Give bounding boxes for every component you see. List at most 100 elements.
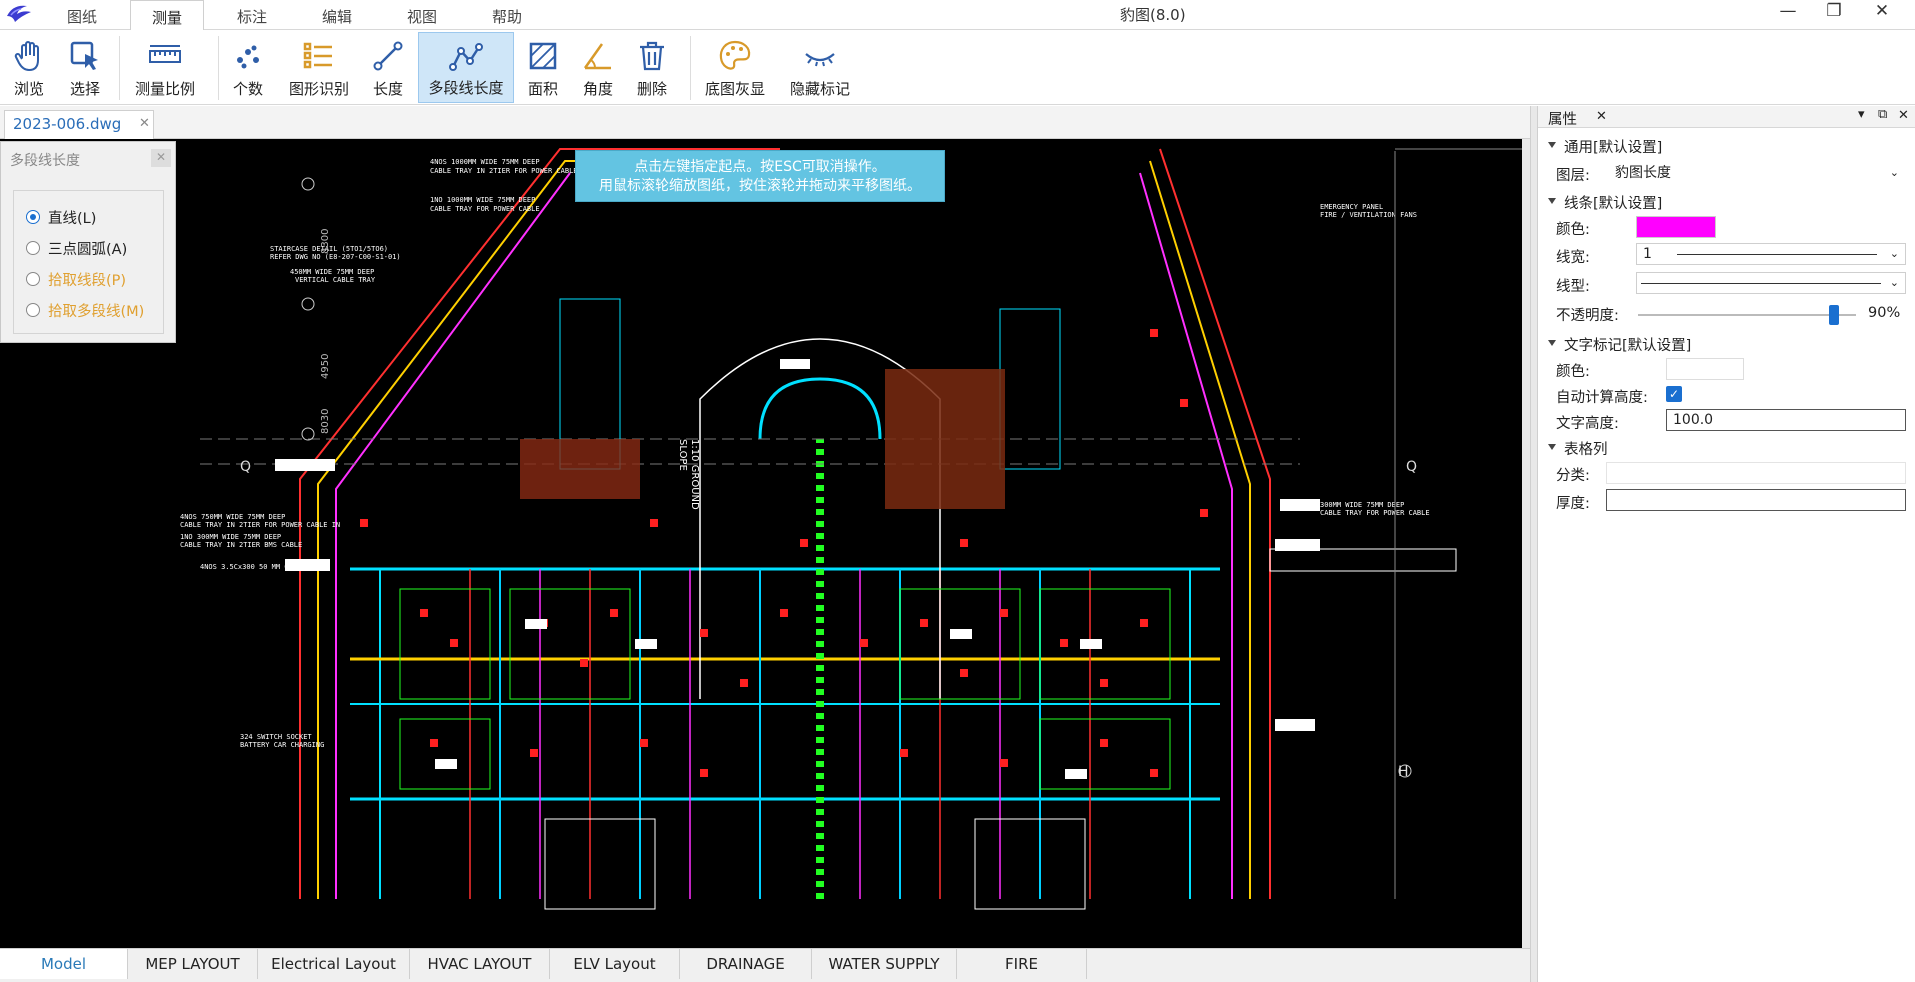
polyline-mode-group: 直线(L) 三点圆弧(A) 拾取线段(P) 拾取多段线(M): [13, 190, 164, 334]
line-width-select[interactable]: 1 ⌄: [1636, 243, 1906, 265]
text-color-swatch[interactable]: [1666, 358, 1744, 380]
layout-tab-fire[interactable]: FIRE: [957, 949, 1087, 979]
close-polyline-panel-button[interactable]: ✕: [151, 149, 171, 167]
layout-tab-model[interactable]: Model: [0, 949, 128, 979]
line-type-preview: [1641, 283, 1881, 284]
polyline-length-button[interactable]: 多段线长度: [418, 32, 514, 103]
browse-label: 浏览: [13, 80, 44, 98]
section-general[interactable]: 通用[默认设置]: [1547, 136, 1662, 157]
properties-title: 属性: [1548, 112, 1577, 128]
layer-label: 图层:: [1556, 168, 1590, 184]
length-label: 长度: [372, 80, 403, 98]
thickness-label: 厚度:: [1556, 496, 1590, 512]
cad-annotation: EMERGENCY PANEL: [1320, 203, 1383, 211]
slope-text-ground: 1:10 GROUND: [689, 439, 700, 510]
area-button[interactable]: 面积: [520, 32, 566, 103]
opacity-value: 90%: [1868, 305, 1901, 321]
ruler-icon: [149, 45, 181, 63]
layer-select[interactable]: 豹图长度 ⌄: [1608, 162, 1906, 184]
cad-annotation: VERTICAL CABLE TRAY: [295, 276, 376, 284]
panel-splitter[interactable]: [1530, 106, 1538, 982]
measure-scale-button[interactable]: 测量比例: [130, 32, 200, 103]
cad-annotation: 1NO 1000MM WIDE 75MM DEEP: [430, 196, 535, 204]
menu-bar: 图纸 测量 标注 编辑 视图 帮助 豹图(8.0) — ❐ ✕: [0, 0, 1915, 31]
slope-text: SLOPE: [677, 439, 688, 471]
cad-annotation: 4NOS 750MM WIDE 75MM DEEP: [180, 513, 285, 521]
panel-menu-icon[interactable]: ▾: [1858, 107, 1865, 122]
opacity-slider[interactable]: [1638, 305, 1856, 325]
close-panel-icon[interactable]: ✕: [1898, 108, 1909, 123]
base-gray-button[interactable]: 底图灰显: [700, 32, 770, 103]
line-width-preview: [1677, 254, 1877, 255]
menu-tab-measure[interactable]: 测量: [130, 0, 204, 31]
line-color-swatch[interactable]: [1636, 216, 1716, 238]
angle-icon: [583, 43, 611, 70]
float-panel-icon[interactable]: ⧉: [1878, 107, 1887, 122]
shape-recognition-label: 图形识别: [288, 80, 349, 98]
layout-tab-mep[interactable]: MEP LAYOUT: [128, 949, 258, 979]
radio-selected-icon: [26, 210, 40, 224]
section-line[interactable]: 线条[默认设置]: [1547, 192, 1662, 213]
close-document-tab-icon[interactable]: ✕: [139, 116, 150, 131]
auto-height-checkbox[interactable]: ✓: [1666, 386, 1682, 402]
category-label: 分类:: [1556, 468, 1590, 484]
mode-pick-segment-label: 拾取线段(P): [48, 273, 127, 289]
delete-button[interactable]: 删除: [630, 32, 674, 103]
line-type-label: 线型:: [1556, 279, 1590, 295]
length-button[interactable]: 长度: [366, 32, 410, 103]
document-tab[interactable]: 2023-006.dwg ✕: [4, 110, 154, 139]
instruction-hint: 点击左键指定起点。按ESC可取消操作。 用鼠标滚轮缩放图纸，按住滚轮并拖动来平移…: [575, 150, 945, 202]
section-table-column[interactable]: 表格列: [1548, 438, 1608, 459]
hint-line-2: 用鼠标滚轮缩放图纸，按住滚轮并拖动来平移图纸。: [599, 178, 921, 194]
maximize-button[interactable]: ❐: [1814, 0, 1854, 24]
area-icon: [529, 42, 557, 70]
dimension-2: 4950: [320, 354, 331, 379]
ribbon-separator: [218, 36, 219, 100]
dimension-1: 8300: [320, 229, 331, 254]
select-button[interactable]: 选择: [60, 32, 110, 103]
angle-label: 角度: [582, 80, 613, 98]
properties-panel: 属性 ✕ ▾ ⧉ ✕ 通用[默认设置] 图层: 豹图长度 ⌄ 线条[默认设置] …: [1538, 106, 1915, 982]
menu-tab-view[interactable]: 视图: [392, 0, 452, 30]
menu-tab-edit[interactable]: 编辑: [307, 0, 367, 30]
base-gray-label: 底图灰显: [704, 80, 765, 98]
category-input[interactable]: [1606, 462, 1906, 484]
layer-value: 豹图长度: [1615, 165, 1671, 181]
cad-annotation: CABLE TRAY IN 2TIER BMS CABLE: [180, 541, 302, 549]
menu-tab-annotate[interactable]: 标注: [222, 0, 282, 30]
count-label: 个数: [232, 80, 263, 98]
close-window-button[interactable]: ✕: [1862, 0, 1902, 24]
cad-annotation: BATTERY CAR CHARGING: [240, 741, 324, 749]
document-tabstrip: 2023-006.dwg ✕: [0, 106, 1530, 139]
opacity-slider-thumb[interactable]: [1829, 305, 1840, 325]
count-button[interactable]: 个数: [226, 32, 270, 103]
layout-tab-drainage[interactable]: DRAINAGE: [680, 949, 812, 979]
section-text-mark[interactable]: 文字标记[默认设置]: [1547, 334, 1691, 355]
cad-annotation: 4NOS 3.5Cx300 50 MM CABLES: [200, 563, 310, 571]
angle-button[interactable]: 角度: [576, 32, 620, 103]
drawing-canvas[interactable]: 4NOS 1000MM WIDE 75MM DEEP CABLE TRAY IN …: [0, 139, 1522, 948]
line-type-select[interactable]: ⌄: [1636, 272, 1906, 294]
cad-annotation: FIRE / VENTILATION FANS: [1320, 211, 1417, 219]
layout-tab-water-supply[interactable]: WATER SUPPLY: [812, 949, 957, 979]
app-title: 豹图(8.0): [1120, 6, 1186, 24]
minimize-button[interactable]: —: [1768, 0, 1808, 24]
chevron-down-icon: ⌄: [1889, 247, 1899, 260]
canvas-scrollbar[interactable]: [1522, 139, 1530, 948]
layout-tab-electrical[interactable]: Electrical Layout: [258, 949, 410, 979]
cad-annotation: 450MM WIDE 75MM DEEP: [290, 268, 374, 276]
shape-recognition-button[interactable]: 图形识别: [282, 32, 356, 103]
thickness-input[interactable]: [1606, 489, 1906, 511]
properties-close-icon[interactable]: ✕: [1596, 109, 1607, 124]
text-height-label: 文字高度:: [1556, 416, 1619, 432]
grid-marker-q-right: Q: [1406, 459, 1417, 475]
text-height-input[interactable]: 100.0: [1666, 409, 1906, 431]
hide-marks-button[interactable]: 隐藏标记: [780, 32, 860, 103]
browse-button[interactable]: 浏览: [4, 32, 54, 103]
layout-tab-hvac[interactable]: HVAC LAYOUT: [410, 949, 550, 979]
layout-tab-elv[interactable]: ELV Layout: [550, 949, 680, 979]
cad-annotation: CABLE TRAY FOR POWER CABLE: [1320, 509, 1430, 517]
menu-tab-drawing[interactable]: 图纸: [52, 0, 112, 30]
mode-pick-polyline-label: 拾取多段线(M): [48, 304, 145, 320]
menu-tab-help[interactable]: 帮助: [477, 0, 537, 30]
